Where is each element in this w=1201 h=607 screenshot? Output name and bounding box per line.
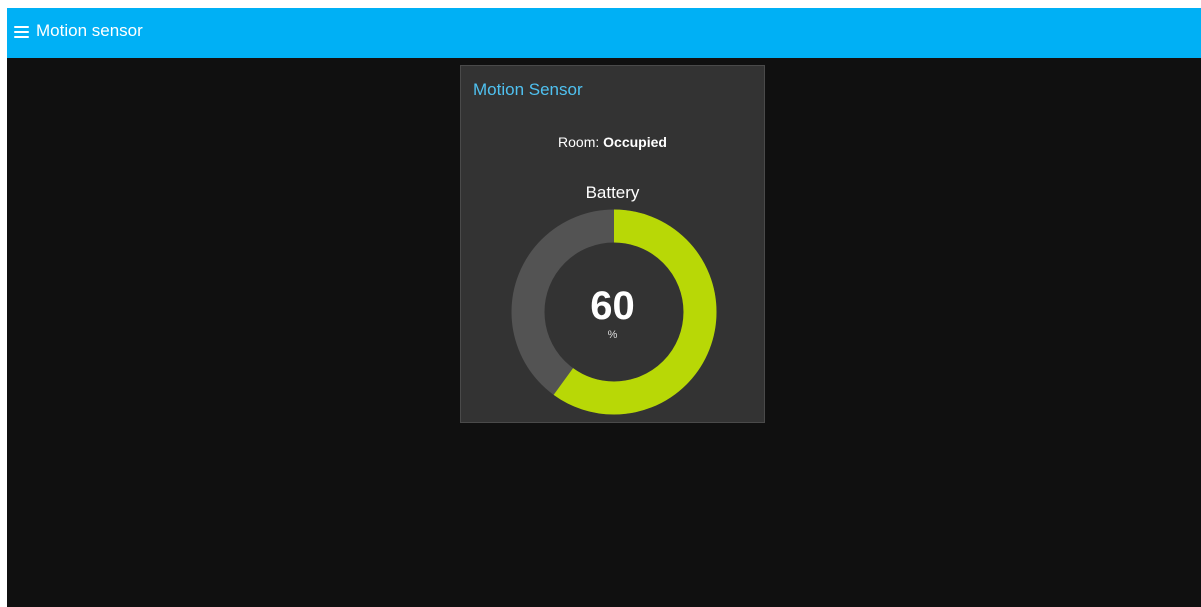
card-title: Motion Sensor: [473, 80, 583, 99]
battery-gauge-title: Battery: [585, 183, 640, 202]
menu-icon-line: [14, 36, 29, 38]
hamburger-menu-icon[interactable]: [14, 26, 29, 38]
room-status-value: Occupied: [603, 134, 667, 150]
top-bar: Motion sensor: [7, 8, 1201, 58]
app-title: Motion sensor: [36, 21, 143, 40]
menu-icon-line: [14, 26, 29, 28]
menu-icon-line: [14, 31, 29, 33]
motion-sensor-card: Motion Sensor Room: Occupied Battery 60 …: [460, 65, 765, 423]
battery-gauge-value: 60: [590, 284, 635, 328]
battery-gauge-unit: %: [607, 329, 618, 341]
room-status-label: Room:: [558, 134, 604, 150]
room-status: Room: Occupied: [461, 133, 764, 151]
app-frame: Motion sensor Motion Sensor Room: Occupi…: [7, 8, 1201, 607]
